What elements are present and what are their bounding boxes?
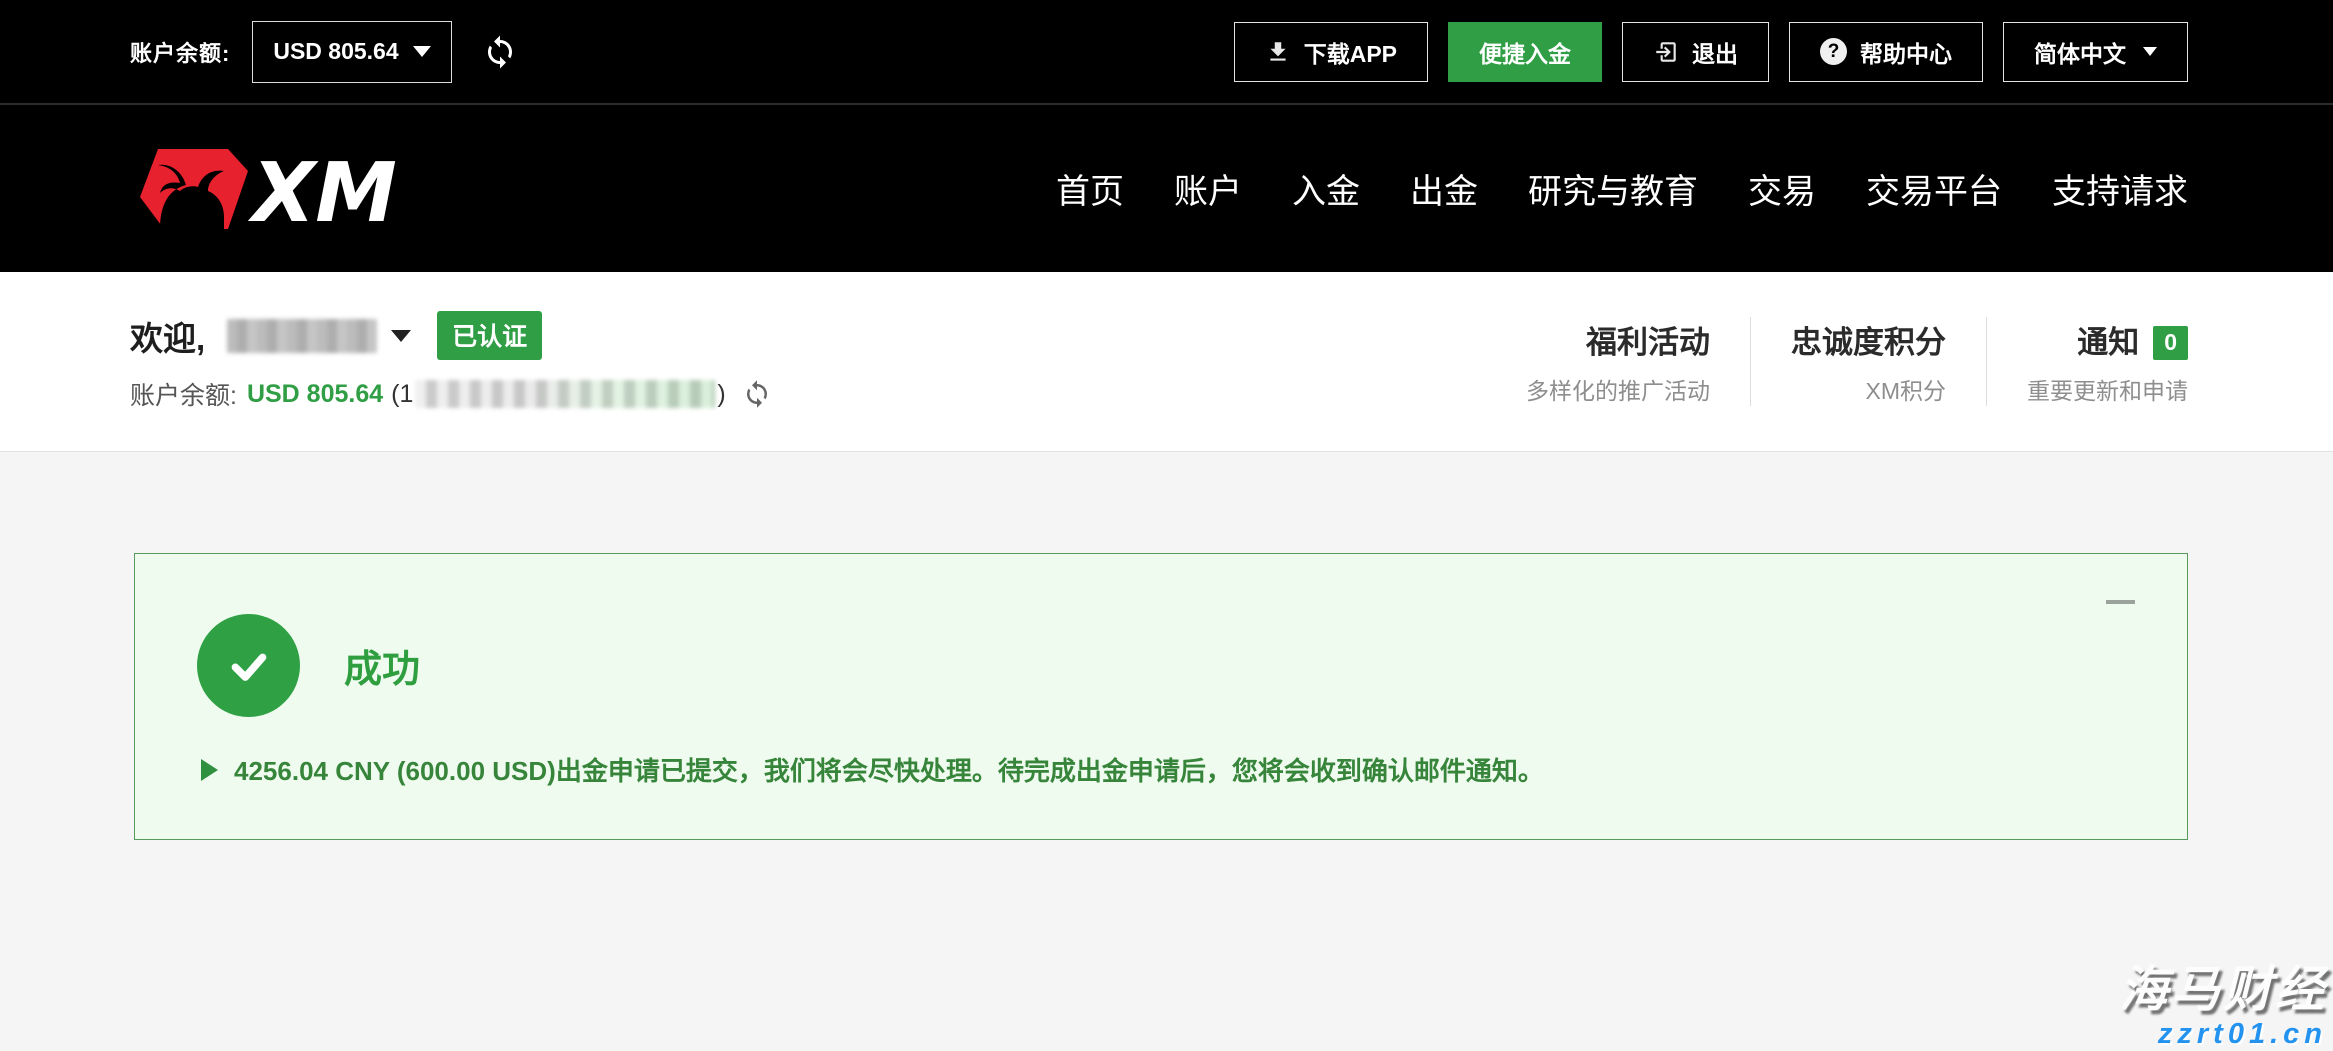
download-app-label: 下载APP [1304, 35, 1397, 69]
account-balance-value: USD 805.64 [273, 38, 398, 65]
quick-links: 福利活动 多样化的推广活动 忠诚度积分 XM积分 通知 0 重要更新和申请 [1486, 317, 2188, 406]
triangle-bullet-icon [201, 759, 218, 781]
welcome-greeting-row: 欢迎, 已认证 [130, 311, 772, 360]
xm-logo[interactable]: XM [130, 141, 398, 237]
help-center-label: 帮助中心 [1860, 35, 1952, 69]
quick-deposit-label: 便捷入金 [1479, 35, 1571, 69]
welcome-left: 欢迎, 已认证 账户余额: USD 805.64 (1 ) [130, 311, 772, 412]
welcome-balance-row: 账户余额: USD 805.64 (1 ) [130, 376, 772, 412]
nav-item-account[interactable]: 账户 [1174, 164, 1242, 213]
welcome-greeting: 欢迎, [130, 312, 205, 360]
alert-message-row: 4256.04 CNY (600.00 USD)出金申请已提交，我们将会尽快处理… [201, 751, 2187, 788]
blurred-account-number [415, 380, 715, 408]
topbar-buttons: 下载APP 便捷入金 退出 ? 帮助中心 简体中文 [1234, 22, 2188, 82]
success-alert-panel: 成功 4256.04 CNY (600.00 USD)出金申请已提交，我们将会尽… [134, 553, 2188, 840]
download-app-button[interactable]: 下载APP [1234, 22, 1428, 82]
quick-link-loyalty[interactable]: 忠诚度积分 XM积分 [1750, 317, 1986, 406]
blurred-username [227, 319, 377, 353]
download-icon [1265, 39, 1291, 65]
balance-value: USD 805.64 [247, 380, 383, 409]
main-content: 成功 4256.04 CNY (600.00 USD)出金申请已提交，我们将会尽… [0, 452, 2333, 1051]
alert-message: 4256.04 CNY (600.00 USD)出金申请已提交，我们将会尽快处理… [234, 751, 1544, 788]
quick-link-title[interactable]: 福利活动 [1526, 317, 1710, 362]
language-selector-button[interactable]: 简体中文 [2003, 22, 2188, 82]
refresh-balance-icon[interactable] [482, 34, 518, 70]
help-center-button[interactable]: ? 帮助中心 [1789, 22, 1983, 82]
quick-link-title[interactable]: 通知 0 [2027, 317, 2188, 362]
success-check-icon [197, 614, 300, 717]
nav-item-support[interactable]: 支持请求 [2052, 164, 2188, 213]
quick-link-subtitle: 重要更新和申请 [2027, 372, 2188, 406]
refresh-account-icon[interactable] [742, 379, 772, 409]
quick-link-subtitle: XM积分 [1791, 372, 1946, 406]
account-menu-chevron-icon[interactable] [391, 330, 411, 342]
alert-title: 成功 [344, 638, 420, 693]
nav-item-withdraw[interactable]: 出金 [1410, 164, 1478, 213]
question-mark-icon: ? [1820, 38, 1847, 65]
chevron-down-icon [2143, 47, 2157, 56]
quick-link-subtitle: 多样化的推广活动 [1526, 372, 1710, 406]
nav-item-deposit[interactable]: 入金 [1292, 164, 1360, 213]
welcome-strip: 欢迎, 已认证 账户余额: USD 805.64 (1 ) 福利活动 多样化的推… [0, 272, 2333, 452]
verified-badge: 已认证 [437, 311, 542, 360]
nav-item-research-education[interactable]: 研究与教育 [1528, 164, 1698, 213]
quick-link-promotions[interactable]: 福利活动 多样化的推广活动 [1486, 317, 1750, 406]
logout-button[interactable]: 退出 [1622, 22, 1769, 82]
account-number-suffix: ) [717, 380, 725, 409]
chevron-down-icon [413, 46, 431, 57]
logout-icon [1653, 39, 1679, 65]
nav-item-platforms[interactable]: 交易平台 [1866, 164, 2002, 213]
nav-item-home[interactable]: 首页 [1056, 164, 1124, 213]
quick-link-title[interactable]: 忠诚度积分 [1791, 317, 1946, 362]
account-balance-dropdown[interactable]: USD 805.64 [252, 21, 451, 83]
logo-wordmark: XM [247, 146, 397, 237]
topbar-balance-label: 账户余额: [130, 36, 230, 68]
alert-header: 成功 [197, 614, 2187, 717]
nav-item-trading[interactable]: 交易 [1748, 164, 1816, 213]
notifications-count-badge: 0 [2153, 326, 2188, 360]
logout-label: 退出 [1692, 35, 1738, 69]
quick-deposit-button[interactable]: 便捷入金 [1448, 22, 1602, 82]
main-navbar: XM 首页 账户 入金 出金 研究与教育 交易 交易平台 支持请求 [0, 105, 2333, 272]
account-number-prefix: (1 [391, 380, 413, 409]
notifications-label: 通知 [2077, 325, 2139, 360]
language-label: 简体中文 [2034, 35, 2126, 69]
nav-links: 首页 账户 入金 出金 研究与教育 交易 交易平台 支持请求 [1056, 164, 2188, 213]
balance-label: 账户余额: [130, 376, 237, 412]
top-account-bar: 账户余额: USD 805.64 下载APP 便捷入金 退出 ? 帮助中心 简体… [0, 0, 2333, 105]
collapse-dash-icon[interactable] [2106, 600, 2135, 604]
quick-link-notifications[interactable]: 通知 0 重要更新和申请 [1986, 317, 2188, 406]
